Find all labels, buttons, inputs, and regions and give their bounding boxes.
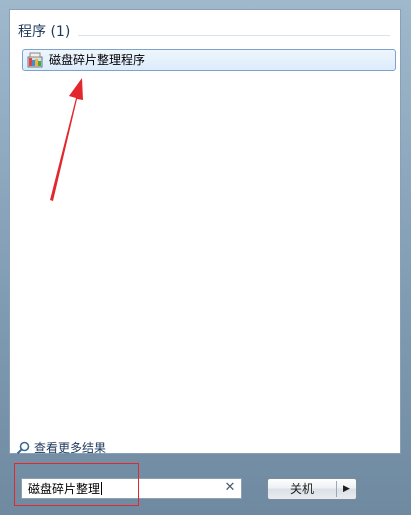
search-input-value: 磁盘碎片整理: [28, 482, 103, 496]
search-results-panel: 程序 (1) 磁盘碎片整理程序 查看更多结果: [9, 9, 401, 455]
text-caret: [101, 482, 103, 495]
search-input[interactable]: 磁盘碎片整理 ✕: [21, 478, 242, 499]
clear-icon[interactable]: ✕: [223, 481, 237, 495]
annotation-arrow: [50, 78, 83, 201]
start-menu: 程序 (1) 磁盘碎片整理程序 查看更多结果 磁盘碎片整理 ✕ 关机 ▶: [0, 0, 411, 515]
results-group-title: 程序 (1): [18, 24, 71, 40]
result-item-label: 磁盘碎片整理程序: [49, 53, 146, 67]
see-more-results-label: 查看更多结果: [34, 441, 107, 455]
defrag-icon: [27, 52, 43, 68]
group-divider: [78, 35, 390, 36]
shutdown-button[interactable]: 关机: [268, 479, 336, 499]
shutdown-button-group: 关机 ▶: [267, 478, 357, 500]
result-item-disk-defragmenter[interactable]: 磁盘碎片整理程序: [22, 49, 396, 71]
shutdown-options-button[interactable]: ▶: [337, 479, 356, 499]
search-icon: [16, 441, 30, 455]
triangle-right-icon: ▶: [343, 484, 350, 494]
